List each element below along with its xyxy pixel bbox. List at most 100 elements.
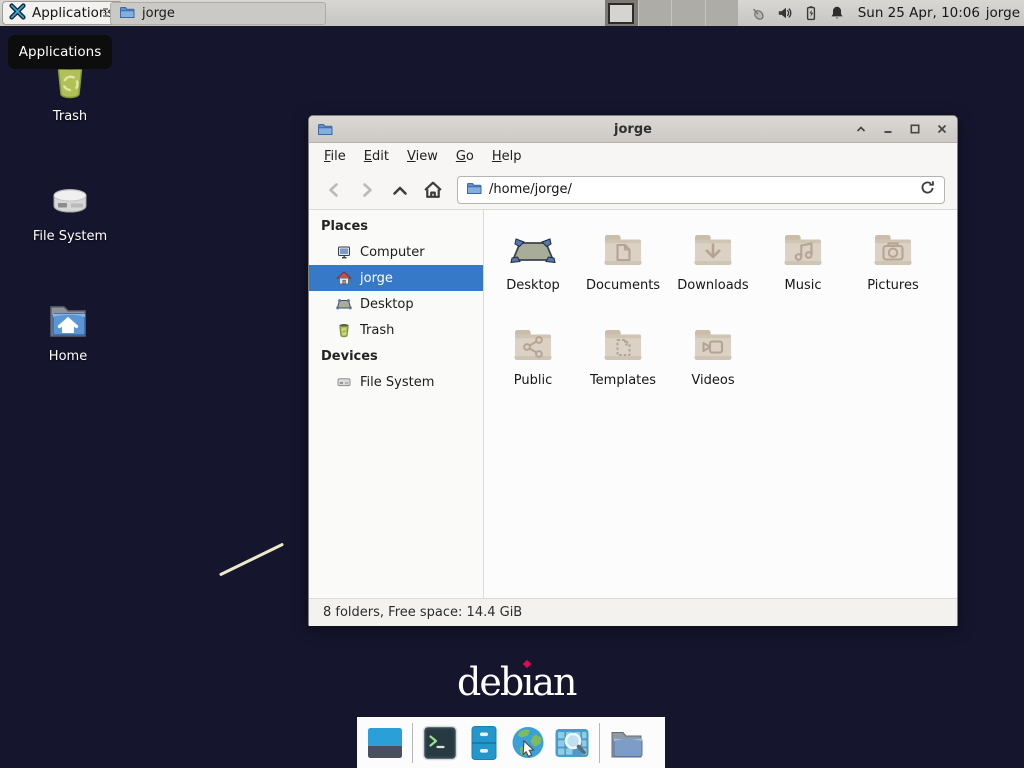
- statusbar-text: 8 folders, Free space: 14.4 GiB: [323, 605, 522, 620]
- panel-username-button[interactable]: jorge: [986, 0, 1020, 26]
- up-button[interactable]: [385, 176, 414, 204]
- close-button[interactable]: [935, 122, 949, 136]
- home-icon: [336, 270, 352, 286]
- dock-app-finder-icon[interactable]: [553, 724, 591, 762]
- menu-go[interactable]: Go: [447, 145, 483, 168]
- taskbar-window-button[interactable]: jorge: [110, 2, 326, 25]
- sidebar-item-label: jorge: [360, 271, 393, 286]
- file-label: Desktop: [488, 278, 578, 293]
- workspace-2[interactable]: [639, 0, 673, 26]
- workspace-1[interactable]: [605, 0, 639, 26]
- volume-icon[interactable]: [777, 5, 793, 21]
- dock-web-browser-icon[interactable]: [509, 724, 547, 762]
- panel-clock[interactable]: Sun 25 Apr, 10:06: [858, 0, 980, 26]
- sidebar-item-file-system[interactable]: File System: [309, 369, 483, 395]
- battery-icon[interactable]: [803, 5, 819, 21]
- sidebar: Places Computer jorge Desktop Trash Devices Fi…: [309, 210, 484, 598]
- menu-file[interactable]: File: [315, 145, 355, 168]
- drive-icon: [336, 374, 352, 390]
- desktop-icon-home[interactable]: Home: [20, 296, 116, 364]
- mouse-icon[interactable]: [750, 5, 767, 22]
- stray-line-artifact: [219, 543, 284, 577]
- sidebar-item-desktop[interactable]: Desktop: [309, 291, 483, 317]
- desktop-icon-label: Trash: [22, 109, 118, 124]
- dock-file-manager-icon[interactable]: [465, 724, 503, 762]
- menu-help[interactable]: Help: [483, 145, 531, 168]
- desktop-icon-label: Home: [20, 349, 116, 364]
- sidebar-item-label: Trash: [360, 323, 394, 338]
- workspace-switcher: [605, 0, 738, 26]
- window-body: Places Computer jorge Desktop Trash Devices Fi…: [309, 210, 957, 598]
- dock-show-desktop-icon[interactable]: [366, 724, 404, 762]
- home-button[interactable]: [418, 176, 447, 204]
- file-label: Public: [488, 373, 578, 388]
- dock-separator: [599, 723, 600, 763]
- file-public[interactable]: Public: [488, 321, 578, 416]
- file-label: Pictures: [848, 278, 938, 293]
- file-pictures[interactable]: Pictures: [848, 226, 938, 321]
- window-titlebar[interactable]: jorge: [309, 116, 957, 143]
- sidebar-header-devices: Devices: [309, 343, 483, 369]
- desktop-icon-label: File System: [22, 229, 118, 244]
- workspace-4[interactable]: [706, 0, 739, 26]
- window-controls: [854, 116, 949, 142]
- file-label: Videos: [668, 373, 758, 388]
- logo-text: an: [532, 660, 575, 704]
- file-documents[interactable]: Documents: [578, 226, 668, 321]
- file-music[interactable]: Music: [758, 226, 848, 321]
- trash-icon: [336, 322, 352, 338]
- sidebar-header-places: Places: [309, 213, 483, 239]
- notifications-icon[interactable]: [829, 5, 845, 21]
- sidebar-item-jorge[interactable]: jorge: [309, 265, 483, 291]
- sidebar-item-label: File System: [360, 375, 434, 390]
- sidebar-item-label: Desktop: [360, 297, 414, 312]
- menu-edit[interactable]: Edit: [355, 145, 398, 168]
- file-manager-window: jorge FileEditViewGoHelp /home/jorge/ Pl…: [308, 115, 958, 626]
- logo-text: deb: [457, 660, 522, 704]
- file-label: Templates: [578, 373, 668, 388]
- menubar: FileEditViewGoHelp: [309, 143, 957, 170]
- dock-separator: [412, 723, 413, 763]
- desktop-icon-file-system[interactable]: File System: [22, 176, 118, 244]
- file-templates[interactable]: Templates: [578, 321, 668, 416]
- maximize-button[interactable]: [908, 122, 922, 136]
- file-label: Downloads: [668, 278, 758, 293]
- system-tray: [750, 0, 845, 26]
- desktop-icon: [336, 296, 352, 312]
- sidebar-item-computer[interactable]: Computer: [309, 239, 483, 265]
- file-desktop[interactable]: Desktop: [488, 226, 578, 321]
- dock: [357, 717, 665, 768]
- menu-view[interactable]: View: [398, 145, 447, 168]
- workspace-window-thumb: [608, 3, 634, 24]
- location-bar[interactable]: /home/jorge/: [457, 176, 945, 204]
- shade-button[interactable]: [854, 122, 868, 136]
- file-label: Documents: [578, 278, 668, 293]
- dock-terminal-icon[interactable]: [421, 724, 459, 762]
- file-downloads[interactable]: Downloads: [668, 226, 758, 321]
- back-button[interactable]: [319, 176, 348, 204]
- location-path: /home/jorge/: [489, 182, 912, 197]
- minimize-button[interactable]: [881, 122, 895, 136]
- toolbar: /home/jorge/: [309, 170, 957, 210]
- sidebar-item-trash[interactable]: Trash: [309, 317, 483, 343]
- computer-icon: [336, 244, 352, 260]
- forward-button[interactable]: [352, 176, 381, 204]
- file-videos[interactable]: Videos: [668, 321, 758, 416]
- sidebar-item-label: Computer: [360, 245, 425, 260]
- debian-logo: debıan: [457, 660, 575, 704]
- file-view: DesktopDocumentsDownloadsMusicPictures Pu…: [484, 210, 957, 598]
- folder-icon: [466, 180, 482, 200]
- dock-folder-icon[interactable]: [608, 724, 646, 762]
- applications-menu-icon: [9, 3, 26, 24]
- desktop-root: { "panel": { "applications_label": "Appl…: [0, 0, 1024, 768]
- statusbar: 8 folders, Free space: 14.4 GiB: [309, 598, 957, 626]
- top-panel: Applications jorge Sun 25 Apr, 10:06 jor…: [0, 0, 1024, 26]
- taskbar-window-label: jorge: [142, 6, 175, 21]
- logo-dot: [523, 660, 531, 668]
- logo-i: ı: [522, 660, 532, 704]
- folder-icon: [119, 4, 135, 24]
- panel-grip-handle[interactable]: [103, 8, 108, 17]
- workspace-3[interactable]: [672, 0, 706, 26]
- file-label: Music: [758, 278, 848, 293]
- reload-icon[interactable]: [919, 179, 936, 200]
